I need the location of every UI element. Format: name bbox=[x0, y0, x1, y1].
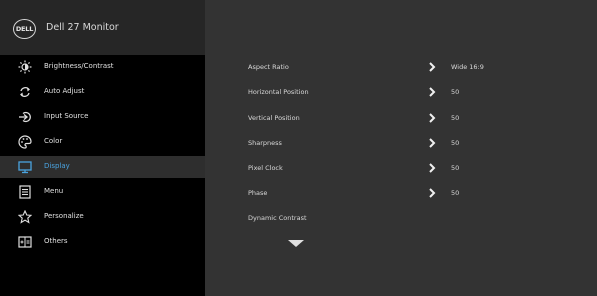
sidebar-item-input-source[interactable]: Input Source bbox=[0, 106, 205, 128]
brightness-icon bbox=[17, 59, 33, 75]
sidebar-item-label: Menu bbox=[44, 187, 64, 195]
sidebar-item-label: Color bbox=[44, 137, 63, 145]
sidebar-item-menu[interactable]: Menu bbox=[0, 181, 205, 203]
menu-icon bbox=[17, 184, 33, 200]
star-icon bbox=[17, 209, 33, 225]
input-source-icon bbox=[17, 109, 33, 125]
chevron-right-icon bbox=[427, 112, 437, 124]
sidebar-item-label: Input Source bbox=[44, 112, 89, 120]
setting-value: 50 bbox=[451, 139, 460, 147]
setting-row-dynamic-contrast[interactable]: Dynamic Contrast bbox=[205, 208, 597, 228]
setting-row-aspect-ratio[interactable]: Aspect Ratio Wide 16:9 bbox=[205, 57, 597, 77]
osd-sidebar: Brightness/Contrast Auto Adjust Input So… bbox=[0, 55, 205, 296]
setting-label: Vertical Position bbox=[248, 114, 300, 122]
sidebar-item-label: Display bbox=[44, 162, 70, 170]
setting-row-sharpness[interactable]: Sharpness 50 bbox=[205, 133, 597, 153]
setting-value: 50 bbox=[451, 189, 460, 197]
setting-label: Pixel Clock bbox=[248, 164, 283, 172]
sidebar-item-personalize[interactable]: Personalize bbox=[0, 206, 205, 228]
setting-value: 50 bbox=[451, 164, 460, 172]
chevron-right-icon bbox=[427, 61, 437, 73]
sidebar-item-color[interactable]: Color bbox=[0, 131, 205, 153]
scroll-down-arrow-icon[interactable] bbox=[288, 240, 304, 247]
sidebar-item-label: Personalize bbox=[44, 212, 84, 220]
setting-label: Sharpness bbox=[248, 139, 282, 147]
setting-label: Aspect Ratio bbox=[248, 63, 289, 71]
setting-label: Horizontal Position bbox=[248, 88, 309, 96]
palette-icon bbox=[17, 134, 33, 150]
sidebar-item-label: Others bbox=[44, 237, 68, 245]
setting-label: Dynamic Contrast bbox=[248, 214, 307, 222]
setting-value: Wide 16:9 bbox=[451, 63, 484, 71]
setting-value: 50 bbox=[451, 114, 460, 122]
osd-header: DELL Dell 27 Monitor bbox=[0, 0, 205, 55]
setting-label: Phase bbox=[248, 189, 268, 197]
setting-row-pixel-clock[interactable]: Pixel Clock 50 bbox=[205, 158, 597, 178]
others-icon bbox=[17, 234, 33, 250]
chevron-right-icon bbox=[427, 86, 437, 98]
sidebar-item-display[interactable]: Display bbox=[0, 156, 205, 178]
chevron-right-icon bbox=[427, 187, 437, 199]
sidebar-item-auto-adjust[interactable]: Auto Adjust bbox=[0, 81, 205, 103]
monitor-icon bbox=[17, 159, 33, 175]
setting-row-vertical-position[interactable]: Vertical Position 50 bbox=[205, 108, 597, 128]
display-settings-panel: Aspect Ratio Wide 16:9 Horizontal Positi… bbox=[205, 0, 597, 296]
sidebar-item-label: Brightness/Contrast bbox=[44, 62, 114, 70]
setting-row-horizontal-position[interactable]: Horizontal Position 50 bbox=[205, 82, 597, 102]
monitor-model-title: Dell 27 Monitor bbox=[46, 22, 119, 33]
monitor-osd: DELL Dell 27 Monitor Brightness/Contrast bbox=[0, 0, 597, 296]
auto-adjust-icon bbox=[17, 84, 33, 100]
dell-logo: DELL bbox=[13, 19, 36, 39]
chevron-right-icon bbox=[427, 162, 437, 174]
sidebar-item-others[interactable]: Others bbox=[0, 231, 205, 253]
sidebar-item-brightness-contrast[interactable]: Brightness/Contrast bbox=[0, 56, 205, 78]
sidebar-item-label: Auto Adjust bbox=[44, 87, 85, 95]
setting-row-phase[interactable]: Phase 50 bbox=[205, 183, 597, 203]
chevron-right-icon bbox=[427, 137, 437, 149]
setting-value: 50 bbox=[451, 88, 460, 96]
